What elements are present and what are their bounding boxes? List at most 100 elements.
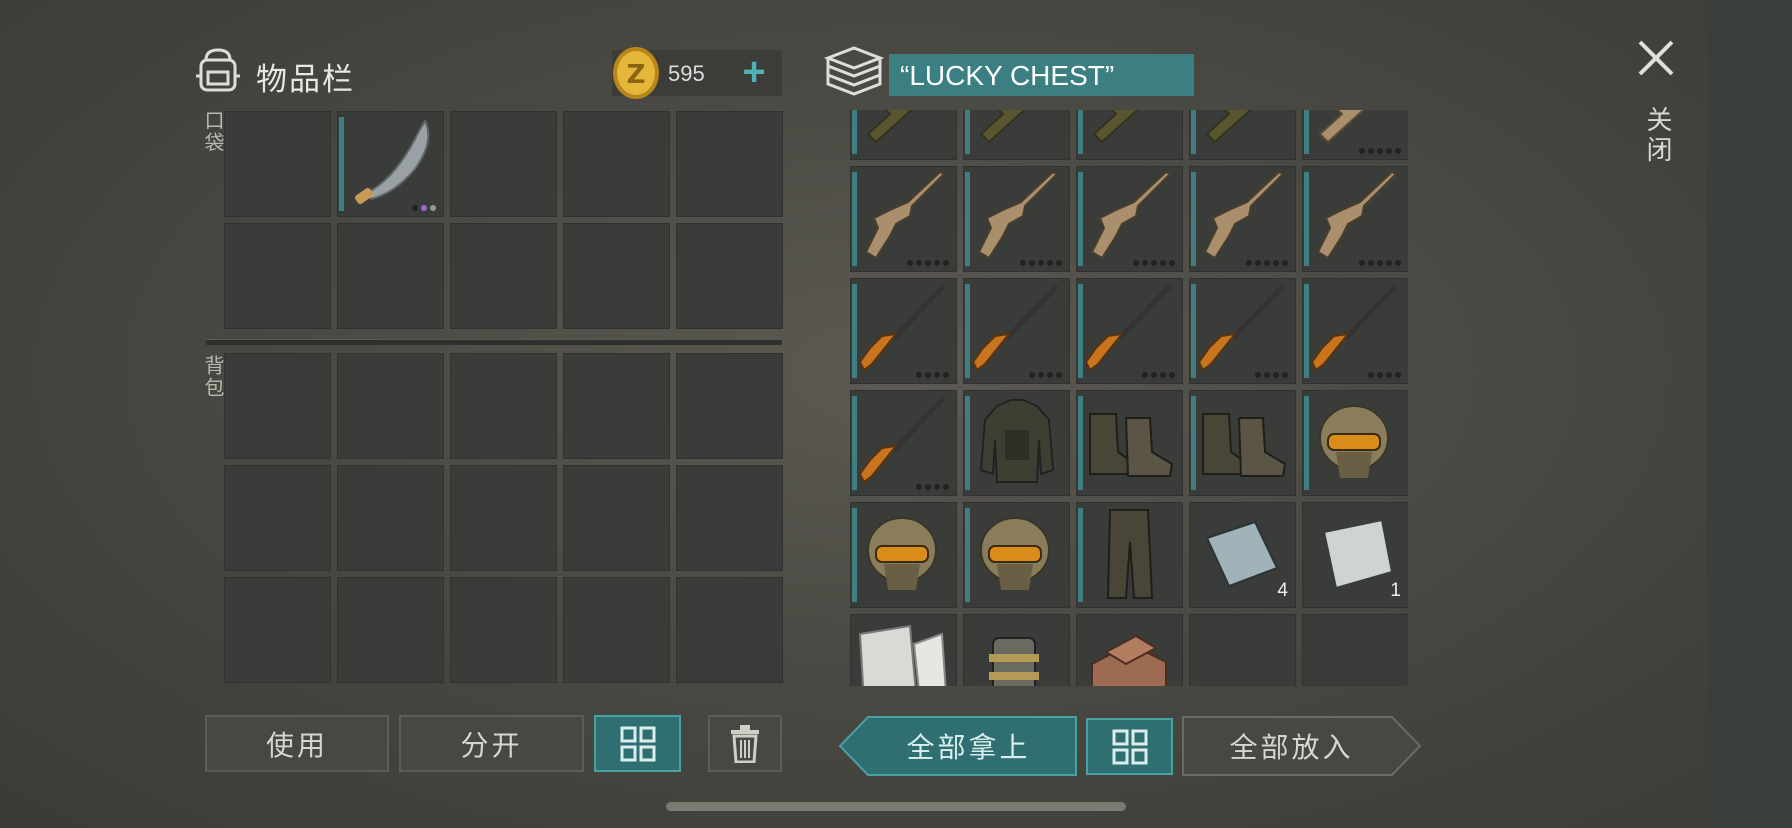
boots-icon (1089, 413, 1174, 477)
backpack-grid (224, 353, 783, 683)
backpack-slot[interactable] (676, 353, 783, 459)
boots-icon (1202, 413, 1287, 477)
sniper-rifle-icon (1197, 284, 1285, 372)
chest-slot-helmet[interactable] (963, 502, 1070, 608)
close-label[interactable]: 关闭 (1640, 106, 1677, 166)
chest-slot-metal-sheet[interactable]: 1 (1302, 502, 1408, 608)
backpack-slot[interactable] (337, 353, 444, 459)
chest-slot-spring[interactable] (963, 614, 1070, 686)
inventory-title: 物品栏 (256, 62, 355, 97)
cloth-icon (858, 624, 947, 686)
tan-rifle-icon (864, 170, 946, 260)
close-icon[interactable] (1636, 38, 1676, 78)
rarity-dots (1368, 372, 1401, 378)
pocket-slot[interactable] (676, 223, 783, 329)
backpack-slot[interactable] (563, 577, 670, 683)
pocket-slot[interactable] (450, 223, 557, 329)
chest-slot-rifle[interactable] (1076, 110, 1183, 160)
pocket-slot[interactable] (337, 223, 444, 329)
chest-slot[interactable] (1302, 614, 1408, 686)
sniper-rifle-icon (858, 284, 946, 372)
right-edge-panel (1707, 0, 1792, 828)
pocket-slot[interactable] (563, 111, 670, 217)
chest-slot-helmet[interactable] (1302, 390, 1408, 496)
pocket-label: 口袋 (201, 110, 223, 154)
rarity-dots (1133, 260, 1175, 266)
rarity-dots (1142, 372, 1175, 378)
chest-slot-rifle[interactable] (850, 110, 957, 160)
backpack-slot[interactable] (563, 353, 670, 459)
chest-slot[interactable] (1189, 614, 1296, 686)
chest-grid: 4 1 (850, 110, 1408, 686)
backpack-slot[interactable] (450, 353, 557, 459)
trash-icon (731, 724, 759, 763)
backpack-slot[interactable] (224, 353, 331, 459)
chest-slot-sniper[interactable] (850, 278, 957, 384)
trash-button[interactable] (708, 715, 782, 772)
bricks-icon (1091, 634, 1167, 686)
pants-icon (1106, 509, 1154, 599)
backpack-slot[interactable] (337, 465, 444, 571)
chest-slot-sniper[interactable] (1302, 278, 1408, 384)
sniper-rifle-icon (971, 284, 1059, 372)
spring-part-icon (989, 637, 1039, 686)
backpack-slot[interactable] (337, 577, 444, 683)
chest-slot-rifle[interactable] (963, 166, 1070, 272)
backpack-slot[interactable] (450, 465, 557, 571)
backpack-slot[interactable] (676, 465, 783, 571)
pocket-slot[interactable] (224, 223, 331, 329)
rarity-dots (1020, 260, 1062, 266)
backpack-slot[interactable] (563, 465, 670, 571)
chest-slot-cloth[interactable] (850, 614, 957, 686)
pocket-slot-machete[interactable] (337, 111, 444, 217)
camo-rifle-icon (1205, 110, 1252, 144)
chest-slot-sniper[interactable] (850, 390, 957, 496)
chest-slot-sniper[interactable] (1189, 278, 1296, 384)
backpack-slot[interactable] (224, 465, 331, 571)
chest-icon (824, 46, 884, 96)
chest-slot-rifle[interactable] (1189, 166, 1296, 272)
chest-slot-rifle[interactable] (963, 110, 1070, 160)
chest-slot-rifle[interactable] (1076, 166, 1183, 272)
chest-slot-bricks[interactable] (1076, 614, 1183, 686)
svg-text:Z: Z (627, 60, 646, 90)
chest-slot-boots[interactable] (1189, 390, 1296, 496)
take-all-button[interactable]: 全部拿上 (840, 716, 1077, 776)
grid-icon (1112, 729, 1147, 764)
helmet-icon (1319, 405, 1389, 478)
put-all-button[interactable]: 全部放入 (1183, 716, 1420, 776)
sort-inventory-button[interactable] (594, 715, 681, 772)
chest-slot-sniper[interactable] (1076, 278, 1183, 384)
backpack-slot[interactable] (450, 577, 557, 683)
pocket-slot[interactable] (563, 223, 670, 329)
sort-chest-button[interactable] (1086, 718, 1173, 775)
pocket-slot[interactable] (450, 111, 557, 217)
stack-count: 4 (1277, 580, 1288, 601)
backpack-slot[interactable] (676, 577, 783, 683)
rarity-dots (916, 484, 949, 490)
backpack-icon (196, 48, 240, 92)
sniper-rifle-icon (858, 396, 946, 484)
backpack-slot[interactable] (224, 577, 331, 683)
pocket-slot[interactable] (676, 111, 783, 217)
chest-slot-vest[interactable] (963, 390, 1070, 496)
grid-icon (620, 726, 655, 761)
chest-slot-pants[interactable] (1076, 502, 1183, 608)
chest-slot-rifle[interactable] (1302, 166, 1408, 272)
chest-slot-metal-plate[interactable]: 4 (1189, 502, 1296, 608)
rarity-dots (1029, 372, 1062, 378)
home-indicator[interactable] (666, 802, 1126, 811)
chest-slot-sniper[interactable] (963, 278, 1070, 384)
split-button[interactable]: 分开 (399, 715, 584, 772)
use-button[interactable]: 使用 (205, 715, 389, 772)
chest-slot-rifle[interactable] (1302, 110, 1408, 160)
chest-slot-helmet[interactable] (850, 502, 957, 608)
pocket-slot[interactable] (224, 111, 331, 217)
chest-slot-rifle[interactable] (850, 166, 957, 272)
chest-slot-rifle[interactable] (1189, 110, 1296, 160)
add-coins-button[interactable]: + (736, 52, 772, 92)
coin-icon: Z (613, 47, 659, 99)
tan-rifle-icon (1316, 170, 1398, 260)
helmet-icon (980, 517, 1050, 590)
chest-slot-boots[interactable] (1076, 390, 1183, 496)
